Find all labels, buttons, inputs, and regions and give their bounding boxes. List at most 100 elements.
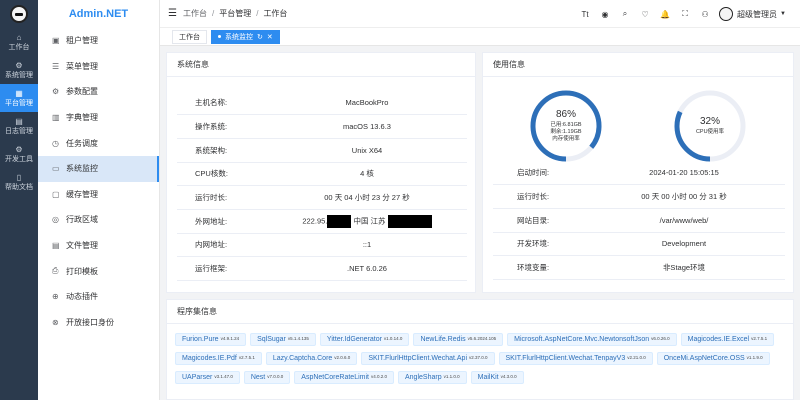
submenu-item-label: 字典管理 <box>66 113 98 123</box>
info-value-cell: 4 核 <box>267 162 467 187</box>
close-icon[interactable]: ✕ <box>267 33 273 41</box>
submenu-item[interactable]: ⎙ 打印模板 <box>38 258 159 284</box>
package-tag: OnceMi.AspNetCore.OSS v1.1.9.0 <box>656 352 770 365</box>
menu-toggle-icon[interactable]: ☰ <box>168 8 177 19</box>
submenu-item[interactable]: ▢ 缓存管理 <box>38 182 159 208</box>
info-row: 运行框架: .NET 6.0.26 <box>177 256 467 281</box>
package-tag: Magicodes.IE.Pdf v2.7.5.1 <box>175 352 262 365</box>
rail-item-label: 日志管理 <box>5 127 33 135</box>
package-version: v2.7.5.1 <box>751 336 768 341</box>
bell-icon[interactable]: 🔔 <box>655 10 675 19</box>
memory-free: 剩余:1.19GB <box>550 129 582 135</box>
package-tag: Yitter.IdGenerator v1.0.14.0 <box>319 333 410 346</box>
rail-item[interactable]: ⚙ 系统管理 <box>0 56 38 84</box>
package-version: v3.1.47.0 <box>214 374 233 379</box>
submenu-item-label: 菜单管理 <box>66 61 98 71</box>
package-name: AspNetCoreRateLimit <box>301 374 369 381</box>
system-info-table: 主机名称: MacBookPro 操作系统: macOS 13.6.3 系统架构: Uni… <box>177 91 467 281</box>
rail-item-icon: ⚙ <box>15 144 23 154</box>
rail-item[interactable]: ⚙ 开发工具 <box>0 140 38 168</box>
rail-item-label: 工作台 <box>8 43 30 51</box>
info-value-cell: ::1 <box>267 233 467 258</box>
breadcrumb-item[interactable]: 平台管理 <box>219 8 251 19</box>
info-value-cell: MacBookPro <box>267 91 467 116</box>
submenu-item-icon: ▥ <box>52 113 60 123</box>
user-name[interactable]: 超级管理员 <box>737 9 777 20</box>
submenu-item[interactable]: ⚙ 参数配置 <box>38 79 159 105</box>
package-name: SqlSugar <box>257 336 286 343</box>
search-icon[interactable]: ⌕ <box>615 9 635 19</box>
tabs-bar: 工作台 系统监控 ↻ ✕ <box>160 28 800 46</box>
submenu-item[interactable]: ⊗ 开放接口身份 <box>38 310 159 336</box>
memory-gauge: 86% 已用:6.81GB 剩余:1.19GB 内存使用率 <box>529 89 603 163</box>
rail-item-label: 平台管理 <box>5 99 33 107</box>
top-header: ☰ 工作台 / 平台管理 / 工作台 Tt ◉ ⌕ ♡ 🔔 ⛶ ⚇ 超级管理员 … <box>160 0 800 28</box>
rail-item[interactable]: ⌂ 工作台 <box>0 28 38 56</box>
rail-item[interactable]: ▦ 平台管理 <box>0 84 38 112</box>
submenu-item[interactable]: ⊕ 动态插件 <box>38 284 159 310</box>
package-name: AngleSharp <box>405 374 442 381</box>
rail-item[interactable]: ▤ 日志管理 <box>0 112 38 140</box>
package-tag: NewLife.Redis v5.6.2024.105 <box>413 333 504 346</box>
submenu-item[interactable]: ▤ 文件管理 <box>38 233 159 259</box>
submenu-item-label: 文件管理 <box>66 241 98 251</box>
submenu-item[interactable]: ◎ 行政区域 <box>38 207 159 233</box>
info-key: 开发环境: <box>493 232 583 257</box>
app-logo[interactable] <box>0 0 38 28</box>
package-tag: Furion.Pure v4.9.1.24 <box>175 333 247 346</box>
breadcrumb-item[interactable]: 工作台 <box>183 8 207 19</box>
info-value: Development <box>583 232 785 257</box>
info-value-cell: 222.95. 中国 江苏 <box>267 209 467 234</box>
memory-used: 已用:6.81GB <box>550 122 582 128</box>
info-row: 主机名称: MacBookPro <box>177 91 467 116</box>
theme-icon[interactable]: ♡ <box>635 10 655 19</box>
info-value: 2024-01-20 15:05:15 <box>583 161 785 186</box>
font-size-icon[interactable]: Tt <box>575 10 595 19</box>
memory-label: 内存使用率 <box>552 136 580 142</box>
submenu-item[interactable]: ☰ 菜单管理 <box>38 54 159 80</box>
info-value: 222.95. <box>302 216 328 226</box>
layout-icon[interactable]: ◉ <box>595 10 615 19</box>
tab-workbench[interactable]: 工作台 <box>172 29 207 44</box>
rail-item[interactable]: ▯ 帮助文档 <box>0 168 38 196</box>
info-key: 系统架构: <box>177 138 267 163</box>
info-row: 系统架构: Unix X64 <box>177 138 467 163</box>
package-tag: Lazy.Captcha.Core v2.0.6.0 <box>265 352 358 365</box>
package-name: SKIT.FlurlHttpClient.Wechat.Api <box>368 355 467 362</box>
package-tag: Magicodes.IE.Excel v2.7.5.1 <box>680 333 775 346</box>
package-version: v4.3.0.0 <box>500 374 517 379</box>
info-value: Unix X64 <box>351 145 383 155</box>
submenu-item-label: 参数配置 <box>66 87 98 97</box>
package-name: Microsoft.AspNetCore.Mvc.NewtonsoftJson <box>514 336 650 343</box>
fullscreen-icon[interactable]: ⛶ <box>675 9 695 19</box>
info-key: 内网地址: <box>177 233 267 258</box>
info-value: macOS 13.6.3 <box>343 122 391 132</box>
submenu-item-icon: ⊕ <box>52 292 59 302</box>
avatar[interactable] <box>719 7 734 21</box>
package-tag: AngleSharp v1.1.0.0 <box>398 371 467 384</box>
cpu-percent: 32% <box>699 116 720 127</box>
chevron-down-icon[interactable]: ▼ <box>780 11 786 17</box>
info-value: MacBookPro <box>345 98 389 108</box>
info-row: 运行时长: 00 天 04 小时 23 分 27 秒 <box>177 185 467 210</box>
breadcrumb-separator: / <box>256 9 259 18</box>
submenu-item-icon: ▤ <box>52 241 60 251</box>
info-key: 启动时间: <box>493 161 583 186</box>
submenu-item[interactable]: ▥ 字典管理 <box>38 105 159 131</box>
info-value-cell: Unix X64 <box>267 138 467 163</box>
info-value: 00 天 04 小时 23 分 27 秒 <box>324 193 410 203</box>
tab-system-monitor[interactable]: 系统监控 ↻ ✕ <box>211 29 280 44</box>
submenu-item[interactable]: ▭ 系统监控 <box>38 155 159 182</box>
refresh-icon[interactable]: ↻ <box>257 33 263 41</box>
usage-info-card: 使用信息 86% 已用:6.81GB 剩余:1.19GB 内存使用率 32% C… <box>482 52 794 293</box>
info-key: CPU核数: <box>177 162 267 187</box>
submenu-item[interactable]: ▣ 租户管理 <box>38 28 159 54</box>
rail-item-icon: ▤ <box>15 116 23 126</box>
info-key: 运行时长: <box>177 185 267 210</box>
user-center-icon[interactable]: ⚇ <box>695 10 715 19</box>
submenu-item-icon: ☰ <box>52 61 60 71</box>
submenu-item[interactable]: ◷ 任务调度 <box>38 130 159 156</box>
usage-info-table: 启动时间: 2024-01-20 15:05:15 运行时长: 00 天 00 小时 … <box>493 161 785 280</box>
submenu-item-label: 动态插件 <box>66 292 98 302</box>
info-key: 外网地址: <box>177 209 267 234</box>
